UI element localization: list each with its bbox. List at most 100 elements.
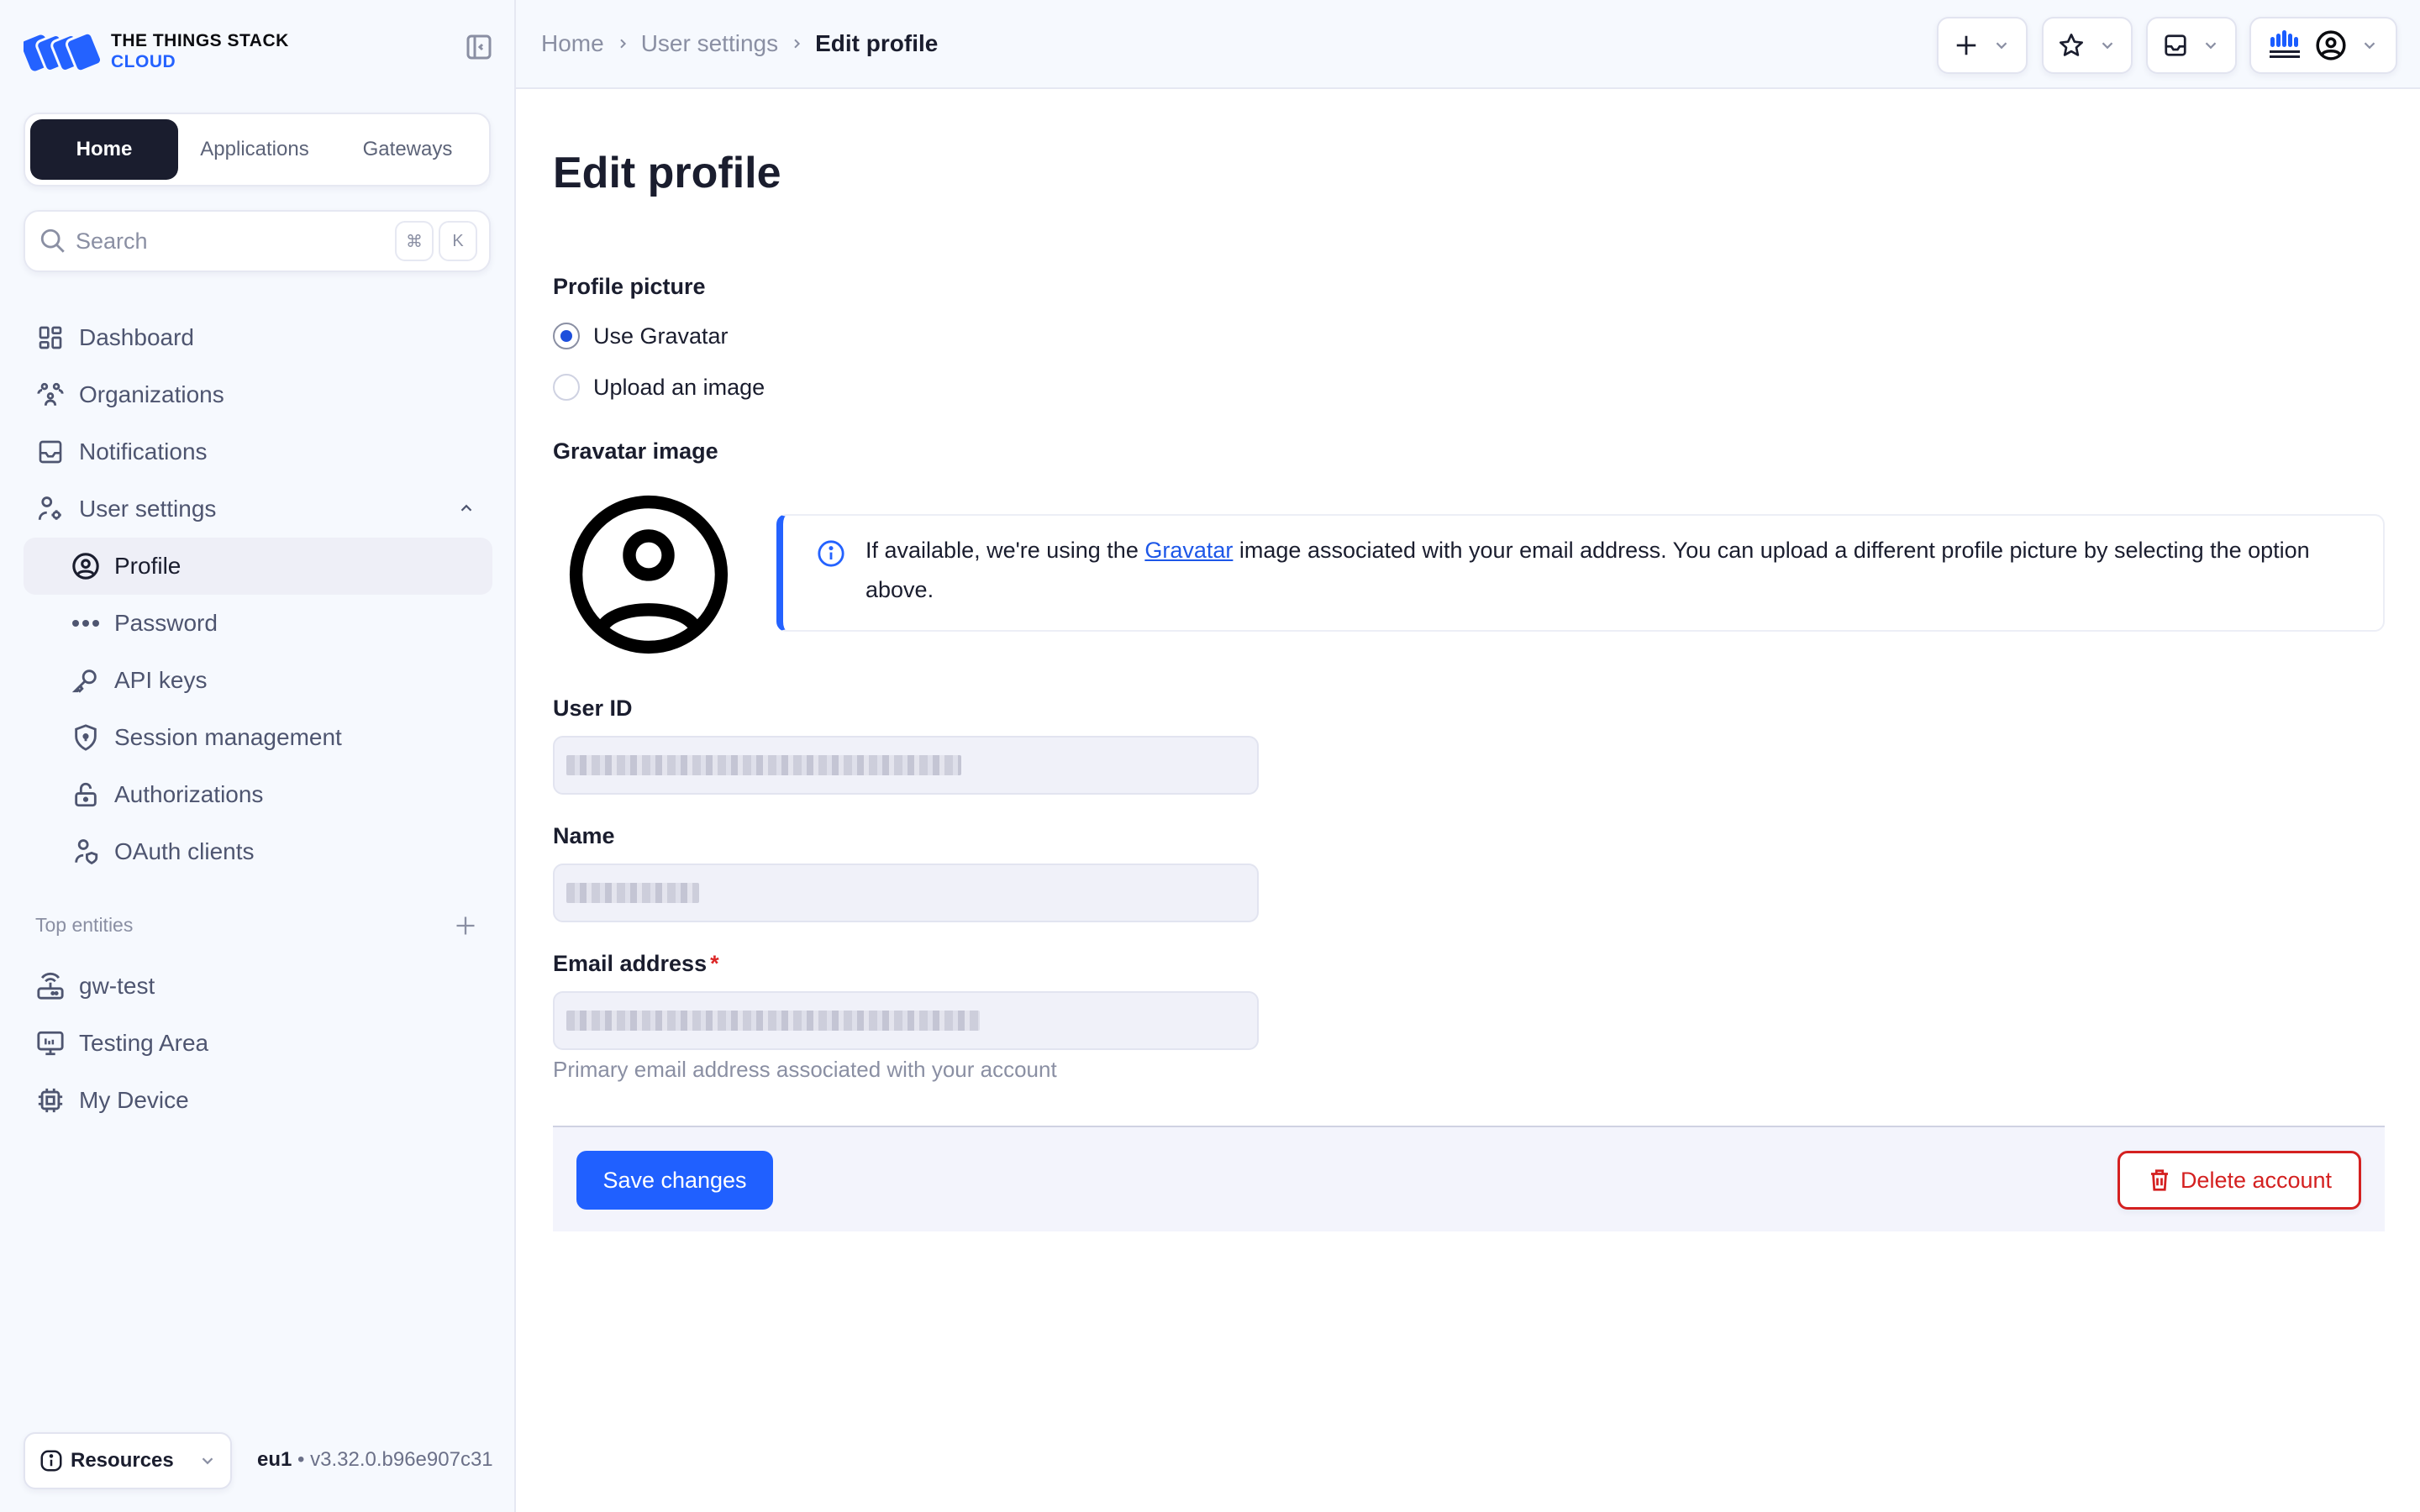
key-icon (71, 665, 101, 696)
gravatar-info-notice: If available, we're using the Gravatar i… (776, 514, 2385, 632)
tab-applications[interactable]: Applications (178, 119, 331, 180)
radio-button-checked[interactable] (553, 323, 580, 349)
trash-icon (2150, 1169, 2168, 1191)
name-label: Name (553, 823, 615, 848)
gravatar-link[interactable]: Gravatar (1144, 538, 1233, 563)
search-box[interactable]: ⌘ K (24, 210, 491, 272)
star-icon (2060, 34, 2083, 56)
shortcut-k-key: K (439, 221, 477, 261)
breadcrumb-home[interactable]: Home (541, 30, 604, 57)
breadcrumb-user-settings[interactable]: User settings (641, 30, 778, 57)
sidebar: THE THINGS STACK CLOUD Home Applications… (0, 0, 516, 1512)
bookmarks-menu-button[interactable] (2042, 17, 2133, 74)
page-title: Edit profile (553, 149, 781, 197)
chevron-right-icon (619, 39, 626, 49)
sidebar-item-label: OAuth clients (114, 838, 255, 864)
version-string: v3.32.0.b96e907c31 (310, 1448, 493, 1471)
info-text-start: If available, we're using the (865, 538, 1145, 563)
inbox-icon (35, 437, 66, 467)
chevron-down-icon (2102, 42, 2113, 50)
sidebar-item-authorizations[interactable]: Authorizations (24, 766, 492, 823)
tab-home[interactable]: Home (30, 119, 178, 180)
email-helper-text: Primary email address associated with yo… (553, 1057, 1057, 1082)
redacted-value (566, 1011, 980, 1031)
sidebar-collapse-icon (466, 34, 492, 60)
sidebar-item-organizations[interactable]: Organizations (24, 366, 492, 423)
device-chip-icon (35, 1085, 66, 1116)
user-avatar-icon (2316, 30, 2346, 60)
top-bar: Home User settings Edit profile (516, 0, 2420, 89)
entity-item-testing-area[interactable]: Testing Area (24, 1015, 492, 1072)
email-field[interactable] (553, 991, 1259, 1050)
user-id-label: User ID (553, 696, 633, 721)
sidebar-item-label: Dashboard (79, 324, 194, 350)
plus-icon (456, 916, 475, 935)
sidebar-item-oauth-clients[interactable]: OAuth clients (24, 823, 492, 880)
user-id-field[interactable] (553, 736, 1259, 795)
sidebar-item-password[interactable]: Password (24, 595, 492, 652)
name-field[interactable] (553, 864, 1259, 922)
entity-item-gw-test[interactable]: gw-test (24, 958, 492, 1015)
sidebar-item-label: API keys (114, 667, 208, 693)
info-icon (40, 1450, 62, 1472)
version-info: eu1 • v3.32.0.b96e907c31 (257, 1448, 493, 1471)
resources-dropdown[interactable]: Resources (24, 1432, 232, 1489)
sidebar-item-label: Session management (114, 724, 342, 750)
entity-label: My Device (79, 1087, 189, 1113)
gravatar-image-label: Gravatar image (553, 438, 718, 464)
search-input[interactable] (76, 228, 390, 255)
tab-gateways[interactable]: Gateways (331, 119, 484, 180)
entity-label: gw-test (79, 973, 155, 999)
sidebar-item-dashboard[interactable]: Dashboard (24, 309, 492, 366)
entity-label: Testing Area (79, 1030, 209, 1056)
sidebar-item-session-management[interactable]: Session management (24, 709, 492, 766)
required-asterisk: * (710, 951, 719, 976)
sidebar-item-notifications[interactable]: Notifications (24, 423, 492, 480)
chevron-down-icon (1996, 42, 2007, 50)
radio-button[interactable] (553, 374, 580, 401)
sidebar-item-profile[interactable]: Profile (24, 538, 492, 595)
organizations-icon (35, 380, 66, 410)
collapse-sidebar-button[interactable] (466, 34, 492, 60)
radio-label: Use Gravatar (593, 323, 729, 349)
dashboard-icon (35, 323, 66, 353)
shield-icon (71, 722, 101, 753)
sidebar-item-label: Authorizations (114, 781, 264, 807)
brand-subtitle: CLOUD (111, 52, 176, 71)
application-monitor-icon (35, 1028, 66, 1058)
brand-logo[interactable]: THE THINGS STACK CLOUD (24, 30, 289, 72)
info-text: If available, we're using the Gravatar i… (865, 531, 2349, 630)
search-icon (40, 228, 65, 253)
sidebar-item-label: Organizations (79, 381, 224, 407)
radio-label: Upload an image (593, 374, 765, 400)
delete-account-button[interactable]: Delete account (2118, 1151, 2361, 1210)
profile-picture-label: Profile picture (553, 274, 706, 299)
radio-use-gravatar[interactable]: Use Gravatar (553, 323, 729, 349)
brand-name: THE THINGS STACK (111, 31, 289, 50)
save-changes-button[interactable]: Save changes (576, 1151, 773, 1210)
chevron-up-icon[interactable] (457, 499, 476, 517)
sidebar-item-label: Profile (114, 553, 182, 579)
notifications-menu-button[interactable] (2146, 17, 2237, 74)
top-entities-label: Top entities (35, 914, 134, 936)
email-label-text: Email address (553, 951, 708, 976)
chevron-right-icon (794, 39, 801, 49)
gravatar-avatar-icon (569, 495, 729, 654)
sidebar-item-api-keys[interactable]: API keys (24, 652, 492, 709)
user-circle-icon (71, 551, 101, 581)
gateway-router-icon (35, 971, 66, 1001)
breadcrumb: Home User settings Edit profile (541, 30, 938, 57)
radio-upload-image[interactable]: Upload an image (553, 374, 765, 401)
shortcut-cmd-key: ⌘ (395, 221, 434, 261)
add-top-entity-button[interactable] (454, 914, 477, 937)
sidebar-nav: Dashboard Organizations Notifications Us… (24, 309, 492, 880)
entity-item-my-device[interactable]: My Device (24, 1072, 492, 1129)
main-content: Edit profile Profile picture Use Gravata… (516, 89, 2420, 1512)
account-menu-button[interactable] (2249, 17, 2397, 74)
email-label: Email address * (553, 951, 719, 977)
sidebar-item-label: User settings (79, 496, 217, 522)
sidebar-item-user-settings[interactable]: User settings (24, 480, 492, 538)
sidebar-item-label: Notifications (79, 438, 208, 465)
sidebar-item-label: Password (114, 610, 218, 636)
add-menu-button[interactable] (1937, 17, 2028, 74)
